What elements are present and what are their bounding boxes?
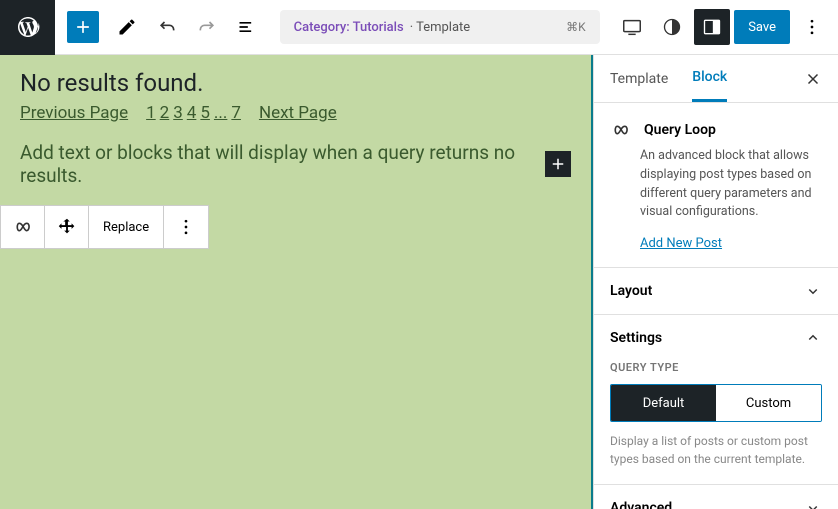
chevron-down-icon: [804, 499, 822, 509]
block-description: An advanced block that allows displaying…: [640, 147, 822, 222]
tab-template[interactable]: Template: [610, 57, 668, 101]
replace-button[interactable]: Replace: [89, 206, 164, 248]
contrast-icon[interactable]: [654, 9, 690, 45]
chevron-up-icon: [804, 329, 822, 347]
settings-sidebar: Template Block Query Loop An advanced bl…: [593, 55, 838, 509]
move-handle-icon[interactable]: [45, 206, 89, 248]
document-title-pill[interactable]: Category: Tutorials · Template ⌘K: [280, 10, 600, 44]
inline-add-block-button[interactable]: [545, 151, 571, 177]
page-numbers: 1 2 3 4 5 ... 7: [146, 103, 241, 123]
redo-icon[interactable]: [189, 9, 225, 45]
editor-canvas[interactable]: No results found. Previous Page 1 2 3 4 …: [0, 55, 593, 509]
save-button[interactable]: Save: [734, 10, 790, 44]
device-preview-icon[interactable]: [614, 9, 650, 45]
query-type-label: QUERY TYPE: [610, 361, 822, 374]
no-results-heading: No results found.: [20, 69, 571, 97]
edit-icon[interactable]: [109, 9, 145, 45]
block-more-options-icon[interactable]: [164, 206, 208, 248]
query-loop-icon[interactable]: [1, 206, 45, 248]
wordpress-logo[interactable]: [0, 0, 55, 55]
category-prefix: Category:: [294, 20, 350, 35]
undo-icon[interactable]: [149, 9, 185, 45]
close-icon[interactable]: [804, 70, 822, 88]
prev-page-link[interactable]: Previous Page: [20, 103, 128, 123]
query-type-custom[interactable]: Custom: [716, 385, 821, 421]
block-title: Query Loop: [644, 122, 716, 138]
chevron-down-icon: [804, 282, 822, 300]
list-view-icon[interactable]: [229, 9, 265, 45]
settings-panel-toggle[interactable]: Settings: [594, 315, 838, 361]
keyboard-shortcut: ⌘K: [566, 20, 586, 34]
no-results-placeholder[interactable]: Add text or blocks that will display whe…: [20, 141, 537, 187]
category-name: Tutorials: [353, 20, 404, 35]
more-options-icon[interactable]: [794, 9, 830, 45]
add-new-post-link[interactable]: Add New Post: [640, 236, 722, 251]
add-block-button[interactable]: [67, 11, 99, 43]
tab-block[interactable]: Block: [692, 55, 727, 102]
advanced-panel-toggle[interactable]: Advanced: [594, 485, 838, 509]
layout-panel-toggle[interactable]: Layout: [594, 268, 838, 314]
query-type-default[interactable]: Default: [611, 385, 716, 421]
query-type-hint: Display a list of posts or custom post t…: [610, 432, 822, 468]
next-page-link[interactable]: Next Page: [259, 103, 337, 123]
sidebar-toggle-icon[interactable]: [694, 9, 730, 45]
block-toolbar: Replace: [0, 205, 209, 249]
template-label: Template: [416, 20, 470, 35]
query-type-segmented: Default Custom: [610, 384, 822, 422]
query-loop-icon: [610, 119, 632, 141]
